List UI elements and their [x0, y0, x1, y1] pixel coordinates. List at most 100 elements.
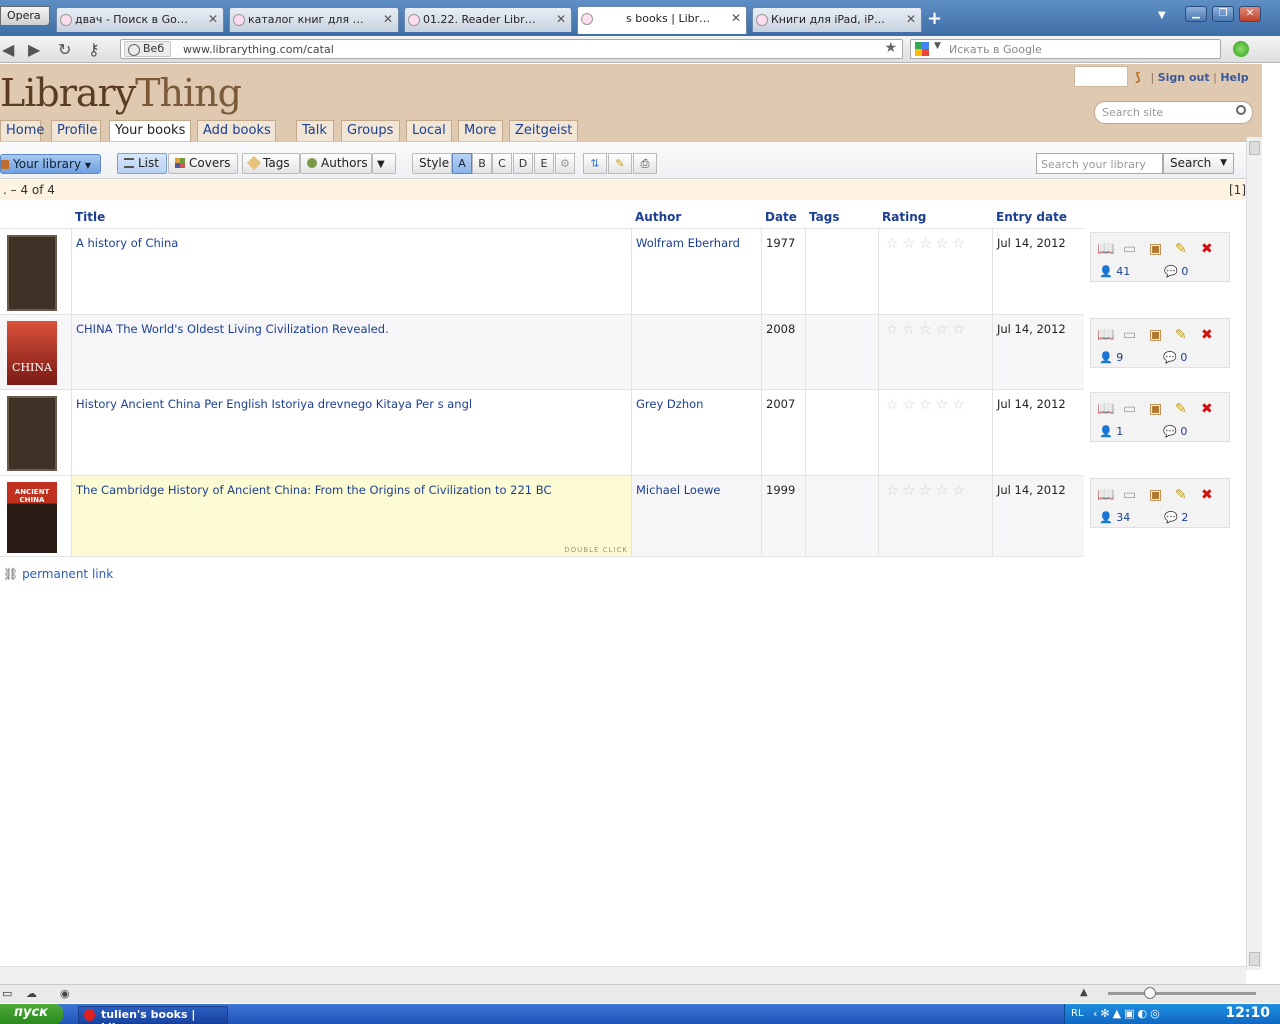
- taskbar-window-button[interactable]: tulien's books | Lib...: [78, 1006, 228, 1024]
- reload-icon[interactable]: ↻: [58, 40, 71, 59]
- scrollbar-thumb[interactable]: [1249, 141, 1260, 155]
- minimize-window-button[interactable]: ▁: [1185, 6, 1207, 22]
- nav-tab-add-books[interactable]: Add books: [197, 120, 276, 141]
- style-c-button[interactable]: C: [492, 153, 512, 174]
- rating-stars[interactable]: ☆☆☆☆☆: [886, 397, 969, 413]
- cloud-icon[interactable]: ☁: [26, 987, 37, 1000]
- covers-view-button[interactable]: Covers: [168, 153, 238, 174]
- edit-pencil-icon[interactable]: ✎: [1175, 487, 1201, 503]
- collection-box-icon[interactable]: ▣: [1149, 327, 1175, 343]
- search-icon[interactable]: [1236, 105, 1246, 115]
- edit-pencil-icon[interactable]: ✎: [1175, 401, 1201, 417]
- more-views-dropdown[interactable]: ▼: [372, 153, 396, 174]
- restore-window-button[interactable]: ❐: [1212, 6, 1234, 22]
- browser-tab[interactable]: каталог книг для stanz... ✕: [229, 7, 399, 32]
- language-indicator[interactable]: RL: [1071, 1008, 1084, 1019]
- collection-box-icon[interactable]: ▣: [1149, 241, 1175, 257]
- delete-x-icon[interactable]: ✖: [1201, 487, 1227, 503]
- members-count[interactable]: 9: [1116, 351, 1123, 364]
- rating-stars[interactable]: ☆☆☆☆☆: [886, 236, 969, 252]
- sort-arrows-icon[interactable]: ⇅: [583, 153, 607, 174]
- column-header-date[interactable]: Date: [765, 210, 797, 224]
- column-header-entry-date[interactable]: Entry date: [996, 210, 1067, 224]
- open-book-icon[interactable]: 📖: [1097, 241, 1123, 257]
- tray-icons[interactable]: ‹✻▲▣◐◎: [1093, 1007, 1163, 1020]
- column-header-rating[interactable]: Rating: [882, 210, 926, 224]
- members-count[interactable]: 34: [1116, 511, 1130, 524]
- speed-dial-icon[interactable]: ◉: [60, 987, 70, 1000]
- site-logo[interactable]: LibraryThing: [0, 71, 242, 115]
- tab-close-icon[interactable]: ✕: [906, 12, 916, 26]
- book-title-link[interactable]: A history of China: [71, 229, 632, 314]
- edit-pencil-icon[interactable]: ✎: [1175, 241, 1201, 257]
- browser-tab[interactable]: Книги для iPad, iPhone ... ✕: [752, 7, 922, 32]
- style-a-button[interactable]: A: [452, 153, 472, 174]
- book-tags[interactable]: [805, 476, 879, 556]
- permanent-link[interactable]: ⛓ permanent link: [3, 567, 113, 581]
- collection-box-icon[interactable]: ▣: [1149, 401, 1175, 417]
- book-author-link[interactable]: Grey Dzhon: [631, 390, 762, 475]
- book-title-link[interactable]: The Cambridge History of Ancient China: …: [71, 476, 632, 556]
- style-b-button[interactable]: B: [472, 153, 492, 174]
- style-d-button[interactable]: D: [513, 153, 533, 174]
- book-cover-image[interactable]: ANCIENT CHINA: [7, 482, 57, 553]
- delete-x-icon[interactable]: ✖: [1201, 327, 1227, 343]
- book-author-link[interactable]: Michael Loewe: [631, 476, 762, 556]
- book-author-link[interactable]: [631, 315, 762, 389]
- reviews-count[interactable]: 2: [1181, 511, 1188, 524]
- style-e-button[interactable]: E: [534, 153, 554, 174]
- edit-pencil-icon[interactable]: ✎: [1175, 327, 1201, 343]
- start-button[interactable]: пуск: [0, 1004, 63, 1024]
- search-engine-chevron-icon[interactable]: ▼: [934, 41, 941, 51]
- new-tab-plus-icon[interactable]: +: [927, 8, 942, 29]
- site-search-input[interactable]: Search site: [1094, 101, 1253, 124]
- nav-tab-more[interactable]: More: [458, 120, 503, 141]
- zoom-slider-knob[interactable]: [1144, 987, 1156, 999]
- help-link[interactable]: Help: [1220, 71, 1248, 84]
- open-book-icon[interactable]: 📖: [1097, 401, 1123, 417]
- tab-list-chevron-icon[interactable]: ▼: [1158, 10, 1166, 21]
- rating-stars[interactable]: ☆☆☆☆☆: [886, 483, 969, 499]
- reviews-count[interactable]: 0: [1181, 265, 1188, 278]
- nav-tab-local[interactable]: Local: [406, 120, 452, 141]
- zoom-slider-track[interactable]: [1108, 992, 1256, 995]
- search-library-input[interactable]: Search your library: [1036, 153, 1163, 174]
- nav-tab-zeitgeist[interactable]: Zeitgeist: [509, 120, 578, 141]
- sign-out-link[interactable]: Sign out: [1158, 71, 1210, 84]
- close-window-button[interactable]: ✕: [1239, 6, 1261, 22]
- address-bar[interactable]: Веб www.librarything.com/catal ★: [120, 39, 903, 59]
- nav-tab-profile[interactable]: Profile: [51, 120, 101, 141]
- panel-toggle-icon[interactable]: ▭: [2, 987, 12, 1000]
- review-icon[interactable]: ▭: [1123, 241, 1149, 257]
- browser-search-field[interactable]: ▼ Искать в Google: [910, 39, 1221, 59]
- nav-tab-talk[interactable]: Talk: [296, 120, 334, 141]
- open-book-icon[interactable]: 📖: [1097, 487, 1123, 503]
- opera-menu-button[interactable]: Opera: [0, 6, 50, 26]
- book-title-link[interactable]: History Ancient China Per English Istori…: [71, 390, 632, 475]
- book-tags[interactable]: [805, 229, 879, 314]
- tab-close-icon[interactable]: ✕: [731, 11, 741, 25]
- review-icon[interactable]: ▭: [1123, 327, 1149, 343]
- nav-tab-your-books[interactable]: Your books: [109, 120, 191, 142]
- rss-icon[interactable]: ⟆: [1135, 70, 1147, 84]
- nav-tab-home[interactable]: Home: [0, 120, 44, 141]
- column-header-tags[interactable]: Tags: [809, 210, 839, 224]
- tab-close-icon[interactable]: ✕: [383, 12, 393, 26]
- print-icon[interactable]: ⎙: [633, 153, 657, 174]
- browser-tab[interactable]: двач - Поиск в Google ✕: [56, 7, 224, 32]
- bookmark-star-icon[interactable]: ★: [884, 40, 897, 56]
- clock[interactable]: 12:10: [1225, 1005, 1270, 1021]
- rating-stars[interactable]: ☆☆☆☆☆: [886, 322, 969, 338]
- tab-close-icon[interactable]: ✕: [208, 12, 218, 26]
- pagination[interactable]: [1]: [1229, 183, 1246, 197]
- book-cover-image[interactable]: [7, 235, 57, 311]
- book-tags[interactable]: [805, 390, 879, 475]
- scrollbar-end-button[interactable]: [1249, 952, 1260, 966]
- google-icon[interactable]: [915, 42, 929, 56]
- select-pointer-icon[interactable]: ✎: [608, 153, 632, 174]
- browser-tab[interactable]: 01.22. Reader Library 3.3 ✕: [404, 7, 572, 32]
- book-author-link[interactable]: Wolfram Eberhard: [631, 229, 762, 314]
- go-icon[interactable]: [1233, 41, 1249, 57]
- book-title-text[interactable]: The Cambridge History of Ancient China: …: [76, 483, 552, 497]
- chevron-down-icon[interactable]: ▼: [1220, 158, 1227, 168]
